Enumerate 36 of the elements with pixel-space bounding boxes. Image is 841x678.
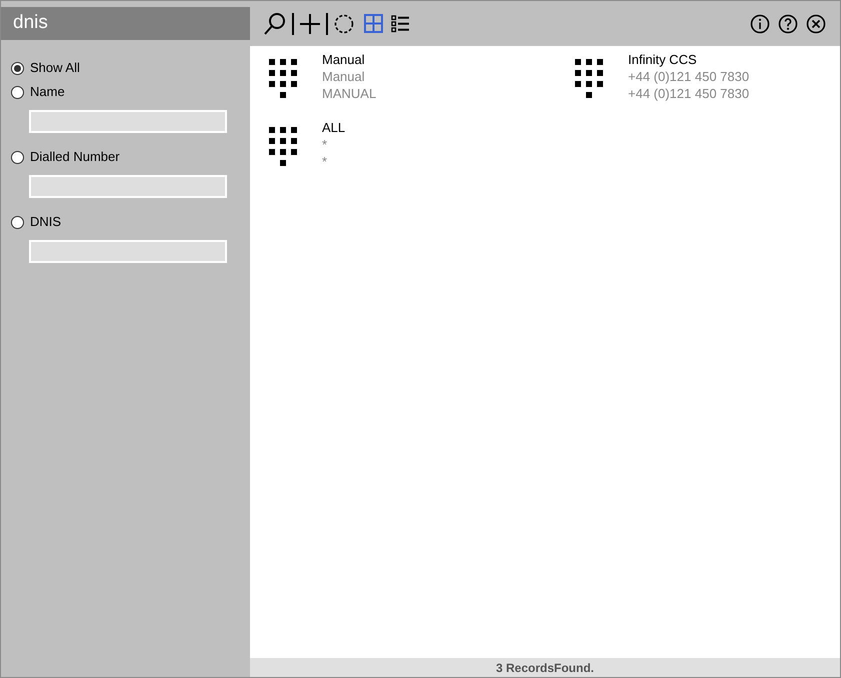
record-name: ALL bbox=[322, 119, 346, 136]
radio-label: Show All bbox=[30, 59, 80, 78]
help-icon[interactable] bbox=[778, 14, 798, 34]
dashed-circle-icon[interactable] bbox=[334, 14, 354, 34]
radio-label: DNIS bbox=[30, 213, 62, 232]
record-name: Infinity CCS bbox=[628, 51, 698, 68]
record-detail: +44 (0)121 450 7830 bbox=[628, 68, 750, 85]
record-detail: * bbox=[322, 136, 328, 153]
radio-button[interactable] bbox=[11, 86, 24, 98]
radio-button[interactable] bbox=[11, 216, 24, 228]
record-detail: Manual bbox=[322, 68, 366, 85]
radio-button[interactable] bbox=[11, 150, 24, 164]
record-tile[interactable]: Manual Manual MANUAL bbox=[250, 51, 556, 107]
keypad-icon bbox=[269, 127, 298, 166]
record-detail: +44 (0)121 450 7830 bbox=[628, 85, 750, 102]
keypad-icon bbox=[269, 59, 298, 98]
record-detail: MANUAL bbox=[322, 85, 376, 102]
record-detail: * bbox=[322, 153, 328, 170]
radio-button[interactable] bbox=[11, 62, 24, 74]
add-icon[interactable] bbox=[300, 14, 320, 34]
input-field[interactable] bbox=[29, 110, 227, 133]
input-field[interactable] bbox=[29, 175, 227, 198]
grid-view-icon[interactable] bbox=[364, 14, 383, 33]
list-view-icon[interactable] bbox=[391, 14, 410, 33]
status-bar: 3 RecordsFound. bbox=[250, 658, 840, 677]
record-tile[interactable]: ALL * * bbox=[250, 119, 556, 175]
keypad-icon bbox=[575, 59, 604, 98]
search-icon[interactable] bbox=[264, 12, 286, 36]
input-field[interactable] bbox=[29, 240, 227, 263]
record-tile[interactable]: Infinity CCS +44 (0)121 450 7830 +44 (0)121 450 7830 bbox=[556, 51, 840, 107]
panel-title: dnis bbox=[1, 7, 250, 40]
record-name: Manual bbox=[322, 51, 366, 68]
radio-label: Name bbox=[30, 83, 65, 102]
close-icon[interactable] bbox=[806, 14, 826, 34]
radio-label: Dialled Number bbox=[30, 148, 120, 166]
info-icon[interactable] bbox=[750, 14, 770, 34]
